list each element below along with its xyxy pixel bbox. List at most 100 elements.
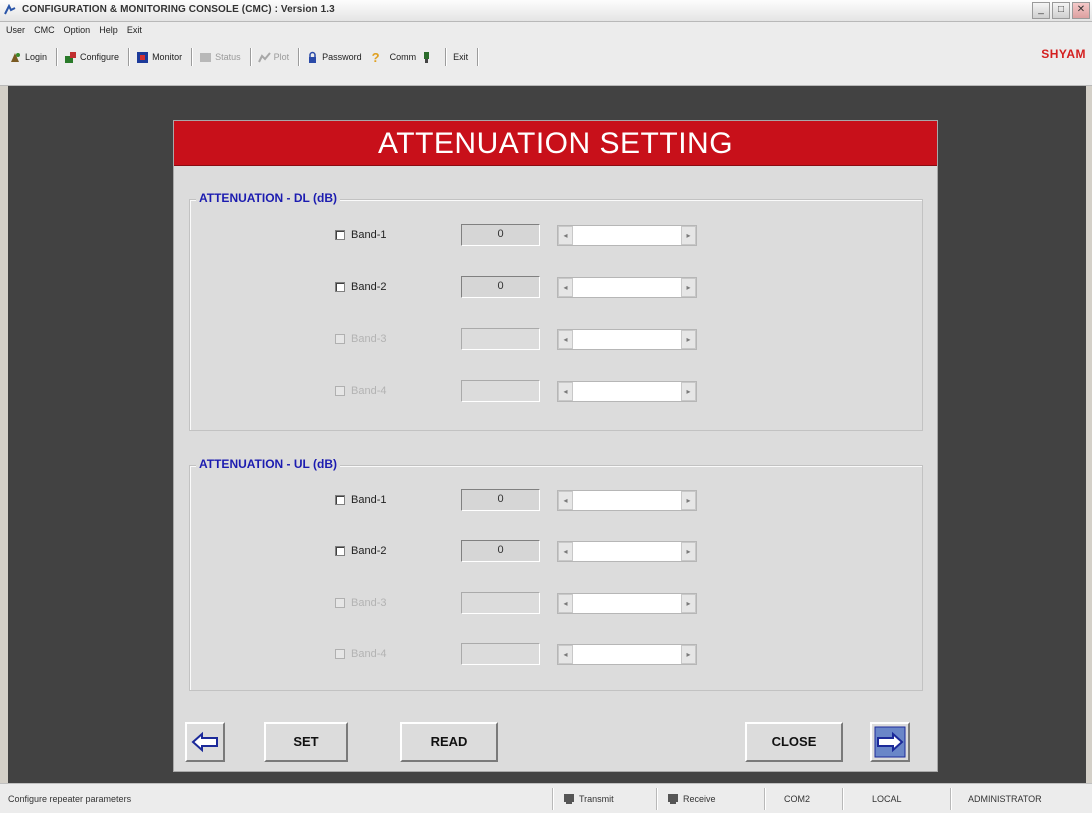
dl-band-2-label: Band-2 [351,281,387,293]
ul-band-1-checkbox[interactable] [335,495,345,505]
window-titlebar: CONFIGURATION & MONITORING CONSOLE (CMC)… [0,0,1092,22]
close-button[interactable]: CLOSE [745,722,843,762]
ul-band-4-label: Band-4 [351,648,387,660]
slider-right-arrow-icon[interactable]: ▸ [681,382,696,401]
window-title: CONFIGURATION & MONITORING CONSOLE (CMC)… [22,4,335,15]
previous-button[interactable] [185,722,225,762]
menu-bar: User CMC Option Help Exit [0,22,1092,38]
status-bar: Configure repeater parameters Transmit R… [0,783,1092,813]
dl-band-4-value [461,380,540,402]
ul-band-4-slider[interactable]: ◂ ▸ [557,644,697,665]
configure-button[interactable]: Configure [61,47,122,67]
status-divider [842,788,843,810]
slider-left-arrow-icon[interactable]: ◂ [558,278,573,297]
plot-label: Plot [273,52,290,62]
dl-band-2-value: 0 [461,276,540,298]
slider-right-arrow-icon[interactable]: ▸ [681,645,696,664]
status-divider [764,788,765,810]
slider-right-arrow-icon[interactable]: ▸ [681,491,696,510]
dl-band-2-row: Band-2 0 ◂ ▸ [190,276,922,300]
close-window-button[interactable]: ✕ [1072,2,1090,19]
toolbar-separator [128,48,130,66]
comm-button[interactable]: Comm [387,47,440,67]
arrow-left-icon [191,731,218,753]
dl-band-3-checkbox[interactable] [335,334,345,344]
ul-band-2-checkbox[interactable] [335,546,345,556]
receive-indicator: Receive [683,794,716,804]
dl-band-1-slider[interactable]: ◂ ▸ [557,225,697,246]
ul-band-4-row: Band-4 ◂ ▸ [190,643,922,667]
ul-attenuation-group: ATTENUATION - UL (dB) Band-1 0 ◂ ▸ Band-… [189,457,923,691]
dl-group-title: ATTENUATION - DL (dB) [196,191,340,205]
receive-icon [668,794,678,804]
next-button[interactable] [870,722,910,762]
ul-band-3-label: Band-3 [351,597,387,609]
password-button[interactable]: Password [303,47,365,67]
menu-exit[interactable]: Exit [127,22,142,38]
dl-band-4-slider[interactable]: ◂ ▸ [557,381,697,402]
dialog-title: ATTENUATION SETTING [174,121,937,166]
status-message: Configure repeater parameters [8,794,132,804]
slider-right-arrow-icon[interactable]: ▸ [681,330,696,349]
ul-band-1-slider[interactable]: ◂ ▸ [557,490,697,511]
menu-help[interactable]: Help [99,22,118,38]
dl-band-1-row: Band-1 0 ◂ ▸ [190,224,922,248]
exit-button[interactable]: Exit [450,47,471,67]
login-icon [11,52,20,62]
exit-label: Exit [453,52,469,62]
ul-band-4-checkbox[interactable] [335,649,345,659]
plot-button[interactable]: Plot [255,47,293,67]
slider-left-arrow-icon[interactable]: ◂ [558,594,573,613]
ul-band-2-label: Band-2 [351,545,387,557]
dl-band-3-value [461,328,540,350]
slider-right-arrow-icon[interactable]: ▸ [681,278,696,297]
menu-user[interactable]: User [6,22,25,38]
status-label: Status [215,52,241,62]
dl-band-2-checkbox[interactable] [335,282,345,292]
slider-left-arrow-icon[interactable]: ◂ [558,226,573,245]
ul-band-4-value [461,643,540,665]
comm-label: Comm [389,52,417,62]
ul-band-1-value: 0 [461,489,540,511]
minimize-button[interactable]: _ [1032,2,1050,19]
slider-right-arrow-icon[interactable]: ▸ [681,226,696,245]
read-button[interactable]: READ [400,722,498,762]
toolbar-separator [477,48,479,66]
ul-band-3-checkbox[interactable] [335,598,345,608]
help-icon: ? [371,49,380,65]
slider-left-arrow-icon[interactable]: ◂ [558,330,573,349]
dl-attenuation-group: ATTENUATION - DL (dB) Band-1 0 ◂ ▸ Band-… [189,191,923,431]
toolbar-separator [298,48,300,66]
dl-band-4-checkbox[interactable] [335,386,345,396]
toolbar-separator [56,48,58,66]
slider-right-arrow-icon[interactable]: ▸ [681,594,696,613]
dl-band-1-checkbox[interactable] [335,230,345,240]
slider-left-arrow-icon[interactable]: ◂ [558,542,573,561]
ul-band-3-value [461,592,540,614]
configure-icon [65,51,77,63]
menu-cmc[interactable]: CMC [34,22,55,38]
menu-option[interactable]: Option [64,22,91,38]
set-button[interactable]: SET [264,722,348,762]
help-button[interactable]: ? [369,47,383,67]
ul-band-2-slider[interactable]: ◂ ▸ [557,541,697,562]
toolbar-separator [445,48,447,66]
ul-band-3-row: Band-3 ◂ ▸ [190,592,922,616]
monitor-button[interactable]: Monitor [133,47,185,67]
ul-band-2-row: Band-2 0 ◂ ▸ [190,540,922,564]
login-button[interactable]: Login [6,47,50,67]
slider-right-arrow-icon[interactable]: ▸ [681,542,696,561]
maximize-button[interactable]: □ [1052,2,1070,19]
status-divider [950,788,951,810]
ul-band-3-slider[interactable]: ◂ ▸ [557,593,697,614]
dl-band-1-label: Band-1 [351,229,387,241]
password-label: Password [322,52,362,62]
dl-band-2-slider[interactable]: ◂ ▸ [557,277,697,298]
status-button[interactable]: Status [196,47,244,67]
slider-left-arrow-icon[interactable]: ◂ [558,645,573,664]
user-role: ADMINISTRATOR [968,794,1042,804]
slider-left-arrow-icon[interactable]: ◂ [558,382,573,401]
toolbar: Login Configure Monitor Status Plot Pass… [0,38,1092,86]
slider-left-arrow-icon[interactable]: ◂ [558,491,573,510]
dl-band-3-slider[interactable]: ◂ ▸ [557,329,697,350]
